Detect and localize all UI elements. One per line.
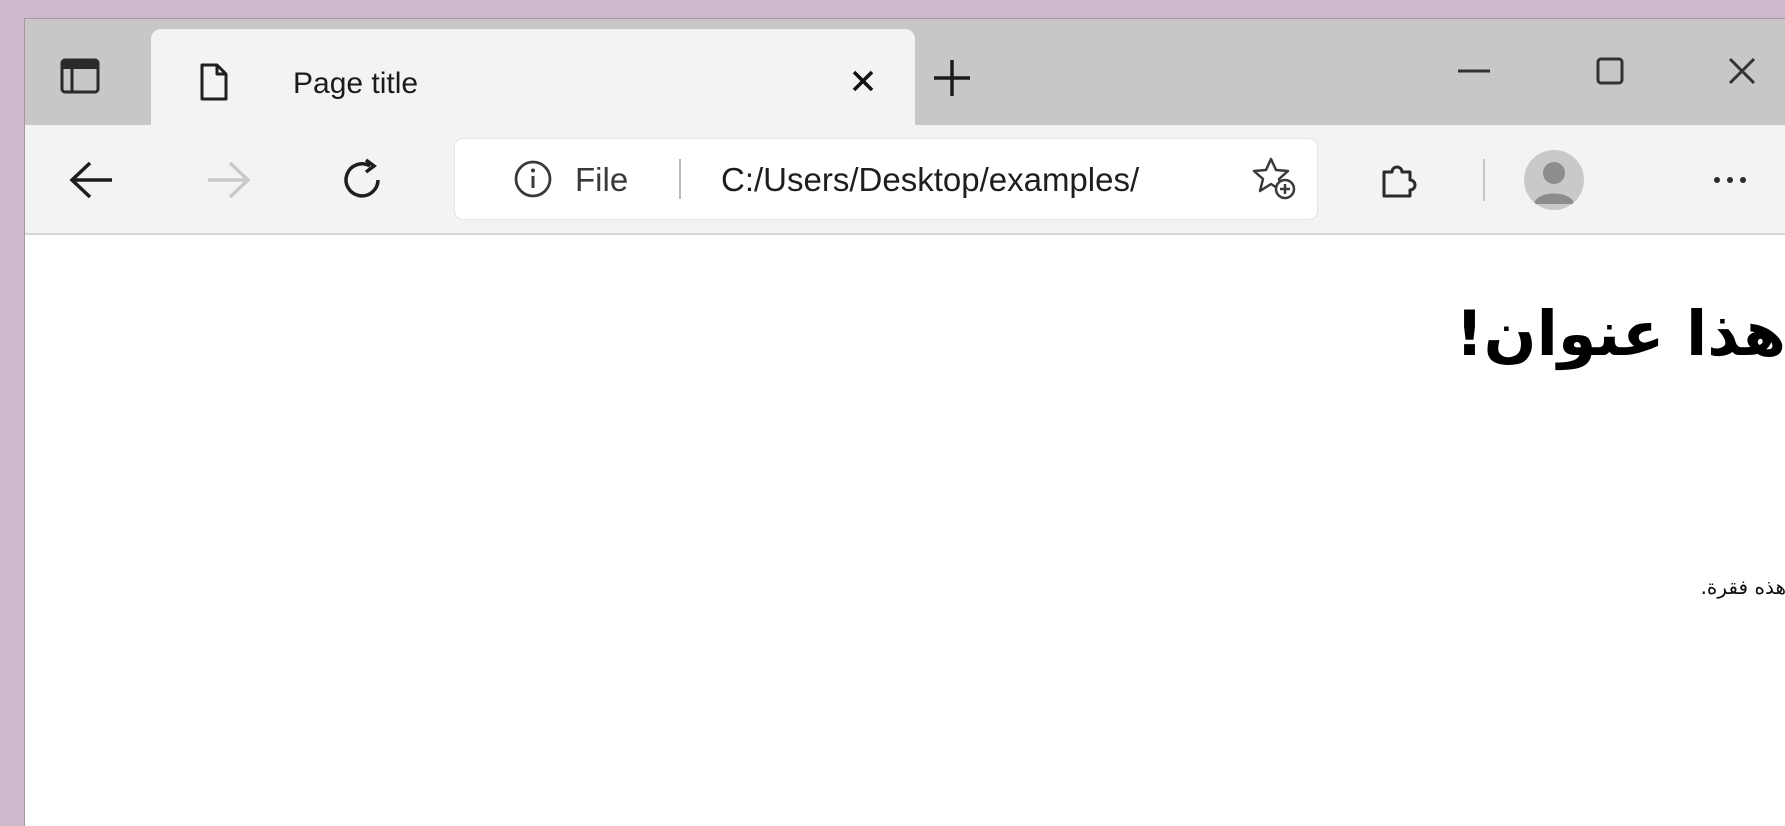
plus-icon: [934, 60, 970, 96]
site-label[interactable]: File: [575, 161, 628, 199]
tab-strip: Page title: [25, 19, 1785, 125]
close-icon: [852, 70, 874, 92]
window-close-button[interactable]: [1697, 39, 1785, 103]
toolbar-divider: [1483, 159, 1485, 201]
desktop-background: Page title File C:/Users/Desktop/example…: [0, 0, 1785, 826]
arrow-left-icon: [69, 161, 112, 199]
extensions-icon: [1382, 165, 1417, 198]
info-icon[interactable]: [513, 159, 553, 204]
address-bar[interactable]: File C:/Users/Desktop/examples/: [455, 139, 1317, 219]
profile-button[interactable]: [1521, 147, 1587, 213]
maximize-icon: [1596, 57, 1624, 85]
close-icon: [1728, 57, 1756, 85]
tab-close-button[interactable]: [841, 59, 885, 103]
forward-button[interactable]: [195, 147, 261, 213]
refresh-button[interactable]: [329, 147, 395, 213]
page-heading: هذا عنوان!: [1455, 297, 1785, 370]
navigation-toolbar: File C:/Users/Desktop/examples/: [25, 125, 1785, 235]
new-tab-button[interactable]: [921, 47, 983, 109]
minimize-icon: [1458, 69, 1490, 73]
minimize-button[interactable]: [1429, 39, 1519, 103]
page-content: هذا عنوان! هذه فقرة.: [25, 235, 1785, 826]
tab-actions-icon: [60, 58, 100, 94]
arrow-right-icon: [208, 161, 251, 199]
maximize-button[interactable]: [1565, 39, 1655, 103]
extensions-button[interactable]: [1365, 147, 1431, 213]
add-favorite-icon[interactable]: [1251, 155, 1297, 206]
document-icon: [199, 63, 229, 106]
more-icon: [1714, 177, 1746, 183]
tab-title: Page title: [293, 67, 419, 100]
tab-active[interactable]: Page title: [151, 29, 915, 125]
avatar: [1524, 150, 1584, 210]
refresh-icon: [344, 158, 380, 198]
url-text[interactable]: C:/Users/Desktop/examples/: [721, 161, 1139, 199]
tab-actions-button[interactable]: [39, 45, 121, 107]
browser-window: Page title File C:/Users/Desktop/example…: [24, 18, 1785, 826]
back-button[interactable]: [59, 147, 125, 213]
more-button[interactable]: [1697, 147, 1763, 213]
address-divider: [679, 159, 681, 199]
page-paragraph: هذه فقرة.: [1700, 575, 1785, 599]
